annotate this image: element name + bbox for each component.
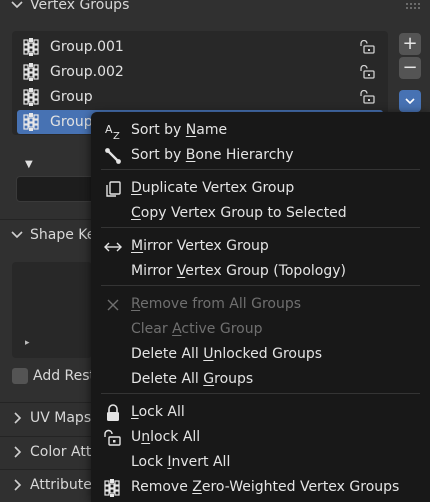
section-title-shape-keys: Shape Ke xyxy=(30,226,96,243)
chevron-down-icon xyxy=(11,0,23,8)
vertex-group-icon xyxy=(22,37,42,57)
vertex-group-row[interactable]: Group xyxy=(17,85,383,109)
menu-item[interactable]: Delete All Groups xyxy=(91,367,430,392)
menu-separator xyxy=(101,169,420,170)
lock-open-icon xyxy=(103,428,123,448)
vertex-group-specials-button[interactable] xyxy=(399,90,421,112)
drag-grip-icon[interactable] xyxy=(406,3,420,13)
vertex-group-label: Group.002 xyxy=(50,64,124,80)
menu-item[interactable]: Mirror Vertex Group xyxy=(91,234,430,259)
sort-alpha-icon: AZ xyxy=(103,121,123,142)
menu-item[interactable]: Delete All Unlocked Groups xyxy=(91,342,430,367)
menu-item[interactable]: Sort by Bone Hierarchy xyxy=(91,143,430,168)
add-label: + xyxy=(402,33,418,54)
vertex-group-icon xyxy=(22,112,42,132)
menu-item-label: Clear Active Group xyxy=(131,321,263,337)
menu-item[interactable]: Remove Zero-Weighted Vertex Groups xyxy=(91,475,430,500)
vertex-groups-header[interactable]: Vertex Groups xyxy=(0,0,430,19)
list-filter-toggle[interactable]: ▼ xyxy=(25,159,33,170)
add-rest-checkbox[interactable] xyxy=(12,368,28,384)
svg-text:A: A xyxy=(105,123,113,136)
menu-separator xyxy=(101,285,420,286)
section-title-uv-maps: UV Maps xyxy=(30,409,92,426)
lock-open-icon[interactable] xyxy=(359,64,375,79)
expand-triangle-icon[interactable]: ▸ xyxy=(25,338,30,348)
remove-vertex-group-button[interactable]: − xyxy=(399,57,421,79)
vertex-group-specials-menu: A Z Sort by Name Sort by Bone Hierarchy Dupl… xyxy=(91,112,430,502)
menu-item-label: Delete All Groups xyxy=(131,371,254,387)
vertex-group-icon xyxy=(22,87,42,107)
lock-open-icon[interactable] xyxy=(359,89,375,104)
chevron-down-icon xyxy=(11,230,23,238)
menu-item-label: Lock Invert All xyxy=(131,454,231,470)
mirror-arrows-icon xyxy=(103,237,123,257)
vertex-group-icon xyxy=(103,478,123,498)
chevron-right-icon xyxy=(14,411,22,424)
chevron-right-icon xyxy=(14,445,22,458)
menu-item-label: Remove Zero-Weighted Vertex Groups xyxy=(131,479,400,495)
menu-item-label: Unlock All xyxy=(131,429,201,445)
vertex-group-label: Group.001 xyxy=(50,39,124,55)
chevron-right-icon xyxy=(14,478,22,491)
menu-separator xyxy=(101,393,420,394)
menu-item[interactable]: A Z Sort by Name xyxy=(91,118,430,143)
menu-item[interactable]: Unlock All xyxy=(91,425,430,450)
menu-item-label: Lock All xyxy=(131,404,185,420)
add-rest-row[interactable]: Add Rest xyxy=(12,368,95,384)
menu-item-label: Mirror Vertex Group (Topology) xyxy=(131,263,346,279)
add-rest-label: Add Rest xyxy=(33,368,96,384)
menu-item: Clear Active Group xyxy=(91,317,430,342)
lock-open-icon[interactable] xyxy=(359,39,375,54)
vertex-group-row[interactable]: Group.001 xyxy=(17,35,383,59)
list-filter-field[interactable] xyxy=(16,176,96,202)
section-title-vertex-groups: Vertex Groups xyxy=(30,0,130,13)
menu-item[interactable]: Copy Vertex Group to Selected xyxy=(91,201,430,226)
menu-separator xyxy=(101,227,420,228)
vertex-group-label: Group xyxy=(50,114,93,130)
menu-item-label: Duplicate Vertex Group xyxy=(131,180,295,196)
menu-item-label: Delete All Unlocked Groups xyxy=(131,346,323,362)
menu-item: Remove from All Groups xyxy=(91,292,430,317)
svg-text:Z: Z xyxy=(113,131,120,141)
menu-item[interactable]: Duplicate Vertex Group xyxy=(91,176,430,201)
menu-item-label: Sort by Name xyxy=(131,122,228,138)
chevron-down-icon xyxy=(405,98,415,105)
menu-item[interactable]: Lock All xyxy=(91,400,430,425)
vertex-group-label: Group xyxy=(50,89,93,105)
x-icon xyxy=(103,295,123,315)
section-title-color-attributes: Color Attr xyxy=(30,443,98,460)
menu-item[interactable]: Lock Invert All xyxy=(91,450,430,475)
menu-item-label: Sort by Bone Hierarchy xyxy=(131,147,294,163)
section-title-attributes: Attributes xyxy=(30,476,100,493)
menu-item-label: Mirror Vertex Group xyxy=(131,238,269,254)
menu-item-label: Copy Vertex Group to Selected xyxy=(131,205,347,221)
duplicate-icon xyxy=(103,179,123,199)
lock-closed-icon xyxy=(103,403,123,423)
shape-key-list[interactable]: ▸ xyxy=(12,262,92,358)
vertex-group-row[interactable]: Group.002 xyxy=(17,60,383,84)
menu-item-label: Remove from All Groups xyxy=(131,296,302,312)
bone-icon xyxy=(103,146,123,166)
menu-item[interactable]: Mirror Vertex Group (Topology) xyxy=(91,259,430,284)
remove-label: − xyxy=(402,57,418,78)
vertex-group-icon xyxy=(22,62,42,82)
add-vertex-group-button[interactable]: + xyxy=(399,33,421,55)
